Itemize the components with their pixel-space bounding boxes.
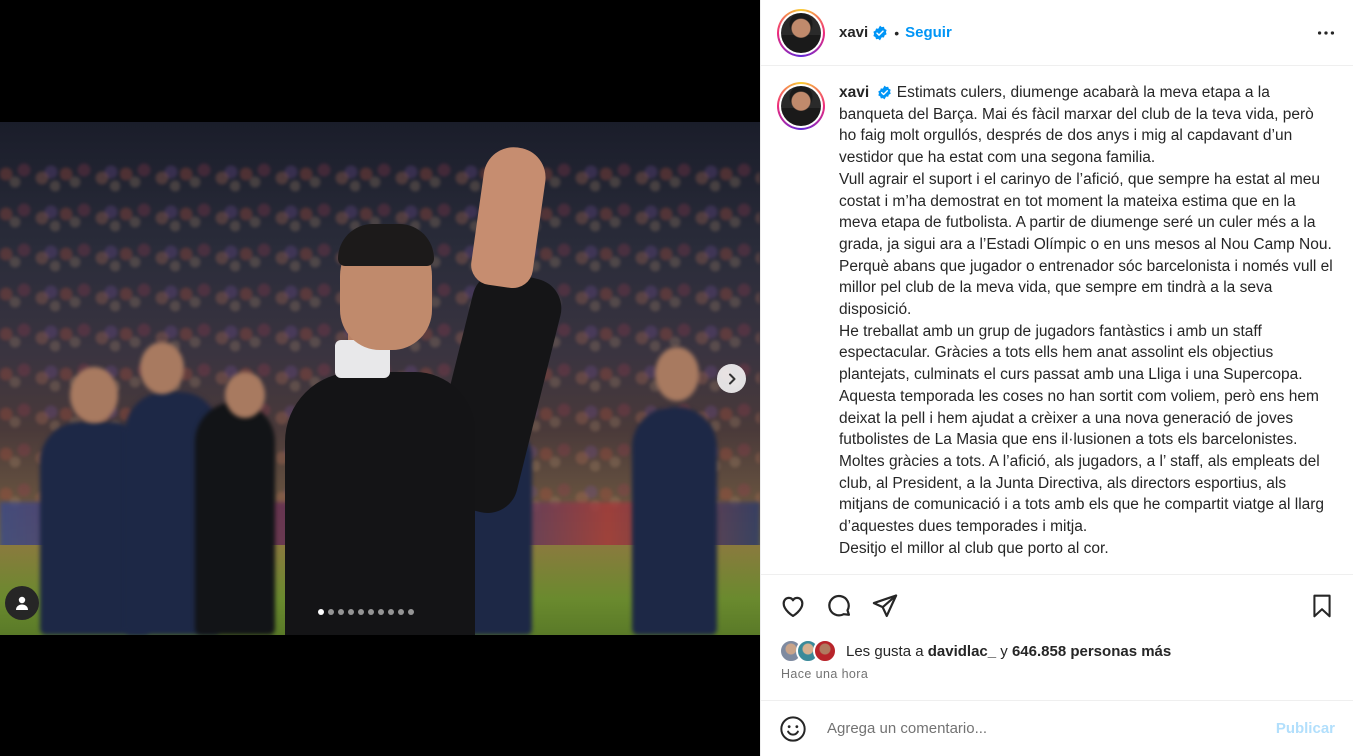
next-arrow-icon[interactable] bbox=[717, 364, 746, 393]
separator: • bbox=[894, 24, 900, 41]
bookmark-icon[interactable] bbox=[1309, 593, 1335, 619]
carousel-dot bbox=[328, 609, 334, 615]
verified-badge-icon bbox=[877, 85, 892, 100]
share-icon[interactable] bbox=[871, 592, 899, 620]
carousel-dot bbox=[398, 609, 404, 615]
post-timestamp[interactable]: Hace una hora bbox=[761, 665, 1353, 701]
avatar bbox=[813, 639, 837, 663]
publish-button[interactable]: Publicar bbox=[1276, 720, 1335, 737]
post-photo bbox=[0, 122, 760, 635]
comment-box: Publicar bbox=[761, 701, 1353, 756]
post-actions bbox=[761, 575, 1353, 637]
verified-badge-icon bbox=[872, 25, 888, 41]
more-options-icon[interactable] bbox=[1315, 22, 1337, 44]
user-tag-icon[interactable] bbox=[5, 586, 39, 620]
comment-input[interactable] bbox=[827, 720, 1276, 737]
likes-connector: y bbox=[1000, 642, 1008, 660]
post-caption: xavi Estimats culers, diumenge acabarà l… bbox=[839, 82, 1333, 574]
carousel-dot bbox=[378, 609, 384, 615]
carousel-dot bbox=[368, 609, 374, 615]
header-username[interactable]: xavi bbox=[839, 24, 868, 41]
carousel-dot bbox=[318, 609, 324, 615]
carousel-dot bbox=[358, 609, 364, 615]
heart-icon[interactable] bbox=[779, 592, 807, 620]
caption-text: Estimats culers, diumenge acabarà la mev… bbox=[839, 84, 1333, 557]
carousel-dot bbox=[388, 609, 394, 615]
carousel-dot bbox=[348, 609, 354, 615]
post-header: xavi • Seguir bbox=[761, 0, 1353, 66]
caption-username[interactable]: xavi bbox=[839, 84, 869, 101]
carousel-dot bbox=[408, 609, 414, 615]
liker-avatars bbox=[779, 639, 837, 663]
likes-summary[interactable]: Les gusta a davidlac_ y 646.858 personas… bbox=[761, 637, 1353, 665]
instagram-post-modal: xavi • Seguir xavi Estimats culers, dium… bbox=[0, 0, 1353, 756]
likes-count[interactable]: 646.858 personas más bbox=[1012, 643, 1171, 660]
comment-icon[interactable] bbox=[825, 592, 853, 620]
caption-section[interactable]: xavi Estimats culers, diumenge acabarà l… bbox=[761, 66, 1353, 575]
likes-prefix: Les gusta a bbox=[846, 642, 924, 660]
follow-button[interactable]: Seguir bbox=[905, 24, 952, 41]
liker-username[interactable]: davidlac_ bbox=[928, 643, 996, 660]
post-media[interactable] bbox=[0, 0, 760, 756]
caption-avatar[interactable] bbox=[777, 82, 825, 130]
avatar[interactable] bbox=[777, 8, 825, 57]
post-side-panel: xavi • Seguir xavi Estimats culers, dium… bbox=[760, 0, 1353, 756]
carousel-indicator bbox=[318, 609, 414, 615]
carousel-dot bbox=[338, 609, 344, 615]
emoji-icon[interactable] bbox=[779, 715, 807, 743]
